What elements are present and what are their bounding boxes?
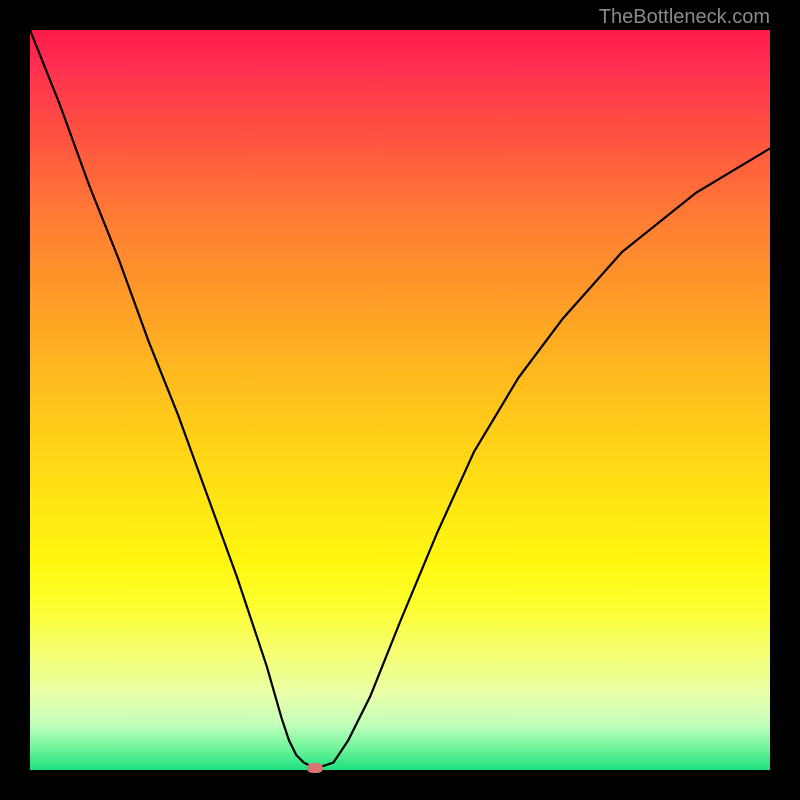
watermark-text: TheBottleneck.com bbox=[599, 6, 770, 29]
bottleneck-curve bbox=[30, 30, 770, 766]
min-marker-icon bbox=[307, 763, 323, 773]
curve-svg bbox=[30, 30, 770, 770]
chart-container: TheBottleneck.com bbox=[0, 0, 800, 800]
